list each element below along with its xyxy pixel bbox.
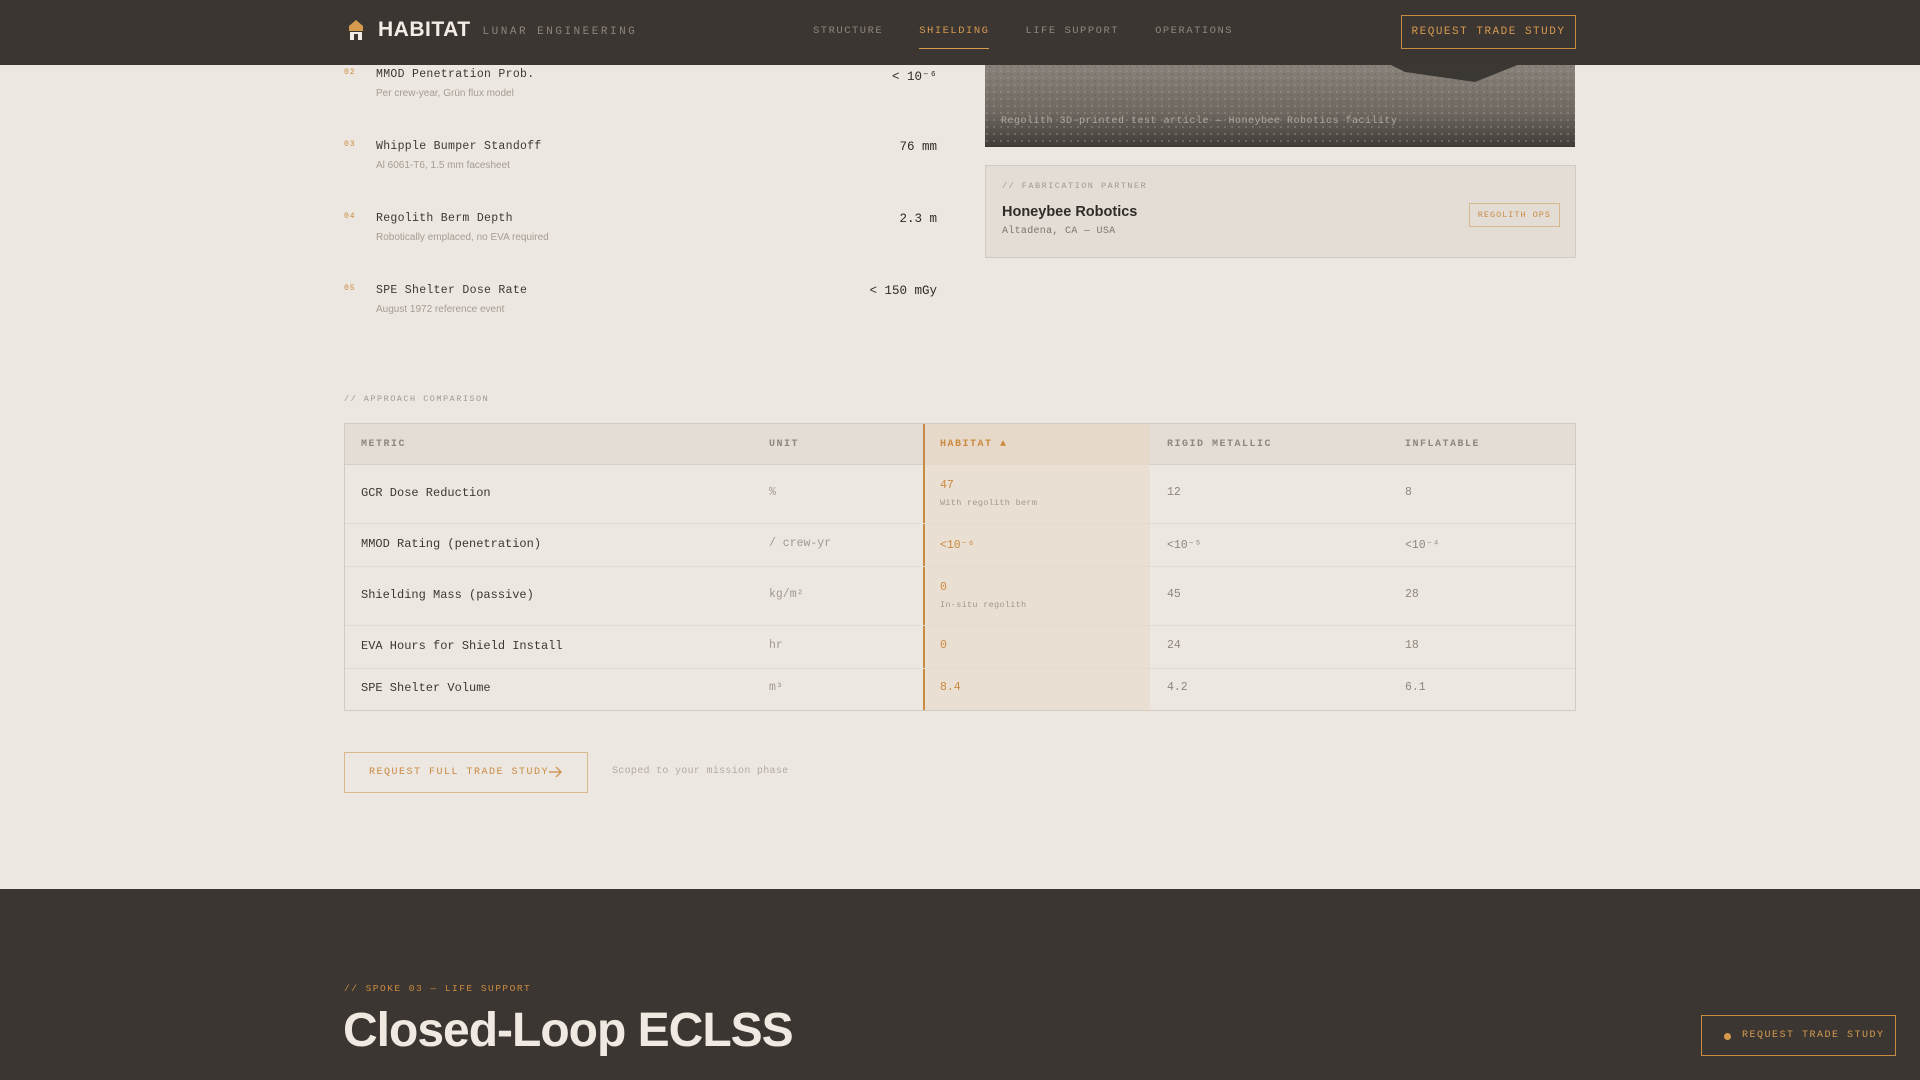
spec-value: 2.3 m (899, 212, 937, 226)
spec-number: 04 (344, 212, 356, 221)
spec-title: MMOD Penetration Prob. (376, 68, 535, 81)
metric-cell: GCR Dose Reduction (361, 486, 491, 500)
spec-note: August 1972 reference event (376, 304, 505, 315)
inflatable-cell: <10⁻⁴ (1405, 539, 1440, 552)
spec-value: 76 mm (899, 140, 937, 154)
nav-life-support[interactable]: LIFE SUPPORT (1025, 0, 1119, 65)
partner-location: Altadena, CA — USA (1002, 226, 1116, 237)
partner-name: Honeybee Robotics (1002, 204, 1138, 220)
section-title: Closed-Loop ECLSS (343, 1004, 794, 1057)
brand-name: HABITAT (378, 18, 471, 41)
cta-label: REQUEST FULL TRADE STUDY (369, 767, 550, 778)
spec-note: Al 6061-T6, 1.5 mm facesheet (376, 160, 510, 171)
habitat-cell: 0 (940, 581, 947, 594)
header-rigid-metallic[interactable]: RIGID METALLIC (1167, 424, 1272, 465)
spec-title: Regolith Berm Depth (376, 212, 513, 225)
habitat-logo-icon (349, 20, 363, 40)
nav-shielding[interactable]: SHIELDING (919, 0, 990, 65)
rigid-cell: <10⁻⁵ (1167, 539, 1202, 552)
unit-cell: % (769, 486, 776, 499)
inflatable-cell: 6.1 (1405, 681, 1426, 694)
comparison-table: METRIC UNIT HABITAT ▲ RIGID METALLIC INF… (344, 423, 1576, 711)
metric-cell: EVA Hours for Shield Install (361, 639, 563, 653)
unit-cell: kg/m² (769, 588, 804, 601)
unit-cell: m³ (769, 681, 783, 694)
brand-subtitle: LUNAR ENGINEERING (482, 25, 638, 38)
partner-tag: REGOLITH OPS (1468, 203, 1560, 227)
status-dot-icon (1724, 1033, 1731, 1040)
brand[interactable]: HABITAT LUNAR ENGINEERING (347, 18, 637, 42)
header-inflatable[interactable]: INFLATABLE (1405, 424, 1480, 465)
header-metric: METRIC (361, 439, 407, 450)
metric-cell: SPE Shelter Volume (361, 681, 491, 695)
spec-item: 05 SPE Shelter Dose Rate August 1972 ref… (344, 284, 937, 324)
comparison-label: // APPROACH COMPARISON (344, 394, 490, 404)
habitat-cell: 8.4 (940, 681, 961, 694)
table-row: EVA Hours for Shield Install hr 0 24 18 (345, 626, 1575, 669)
nav-operations[interactable]: OPERATIONS (1155, 0, 1233, 65)
cta-note: Scoped to your mission phase (612, 766, 789, 777)
header-unit: UNIT (769, 439, 800, 450)
habitat-cell: 0 (940, 639, 947, 652)
regolith-texture-image (985, 62, 1575, 147)
nav-structure[interactable]: STRUCTURE (813, 0, 883, 65)
habitat-note: In-situ regolith (940, 600, 1027, 610)
table-row: MMOD Rating (penetration) / crew-yr <10⁻… (345, 524, 1575, 567)
spec-item: 04 Regolith Berm Depth Robotically empla… (344, 212, 937, 252)
spec-number: 02 (344, 68, 356, 77)
rigid-cell: 24 (1167, 639, 1181, 652)
metric-cell: MMOD Rating (penetration) (361, 537, 542, 551)
inflatable-cell: 18 (1405, 639, 1419, 652)
spec-title: SPE Shelter Dose Rate (376, 284, 528, 297)
spec-number: 03 (344, 140, 356, 149)
floating-request-trade-study-button[interactable]: REQUEST TRADE STUDY (1701, 1015, 1896, 1056)
section-eyebrow: // SPOKE 03 — LIFE SUPPORT (344, 983, 532, 994)
table-row: GCR Dose Reduction % 47 With regolith be… (345, 465, 1575, 524)
floating-cta-label: REQUEST TRADE STUDY (1742, 1030, 1885, 1041)
metric-cell: Shielding Mass (passive) (361, 588, 534, 602)
top-navigation-bar: HABITAT LUNAR ENGINEERING STRUCTURE SHIE… (0, 0, 1920, 65)
request-full-trade-study-button[interactable]: REQUEST FULL TRADE STUDY (344, 752, 588, 793)
habitat-note: With regolith berm (940, 498, 1038, 508)
arrow-right-icon (549, 766, 562, 778)
unit-cell: hr (769, 639, 783, 652)
regolith-photo: Regolith 3D-printed test article — Honey… (985, 62, 1575, 147)
table-row: Shielding Mass (passive) kg/m² 0 In-situ… (345, 567, 1575, 626)
rigid-cell: 45 (1167, 588, 1181, 601)
spec-title: Whipple Bumper Standoff (376, 140, 542, 153)
unit-cell: / crew-yr (769, 537, 832, 550)
habitat-cell: <10⁻⁶ (940, 539, 975, 552)
inflatable-cell: 28 (1405, 588, 1419, 601)
spec-note: Per crew-year, Grün flux model (376, 88, 514, 99)
spec-number: 05 (344, 284, 356, 293)
life-support-section (0, 889, 1920, 1080)
request-trade-study-button[interactable]: REQUEST TRADE STUDY (1401, 15, 1576, 49)
habitat-cell: 47 (940, 479, 954, 492)
rigid-cell: 12 (1167, 486, 1181, 499)
partner-label: // FABRICATION PARTNER (1002, 181, 1148, 191)
inflatable-cell: 8 (1405, 486, 1412, 499)
header-habitat[interactable]: HABITAT ▲ (940, 424, 1008, 465)
table-row: SPE Shelter Volume m³ 8.4 4.2 6.1 (345, 669, 1575, 710)
spec-item: 03 Whipple Bumper Standoff Al 6061-T6, 1… (344, 140, 937, 180)
spec-note: Robotically emplaced, no EVA required (376, 232, 549, 243)
spec-value: < 150 mGy (869, 284, 937, 298)
spec-value: < 10⁻⁶ (891, 70, 937, 84)
photo-caption: Regolith 3D-printed test article — Honey… (1001, 116, 1398, 127)
fabrication-partner-card: // FABRICATION PARTNER Honeybee Robotics… (985, 165, 1576, 258)
spec-item: 02 MMOD Penetration Prob. Per crew-year,… (344, 68, 937, 108)
main-nav: STRUCTURE SHIELDING LIFE SUPPORT OPERATI… (813, 0, 1269, 65)
rigid-cell: 4.2 (1167, 681, 1188, 694)
